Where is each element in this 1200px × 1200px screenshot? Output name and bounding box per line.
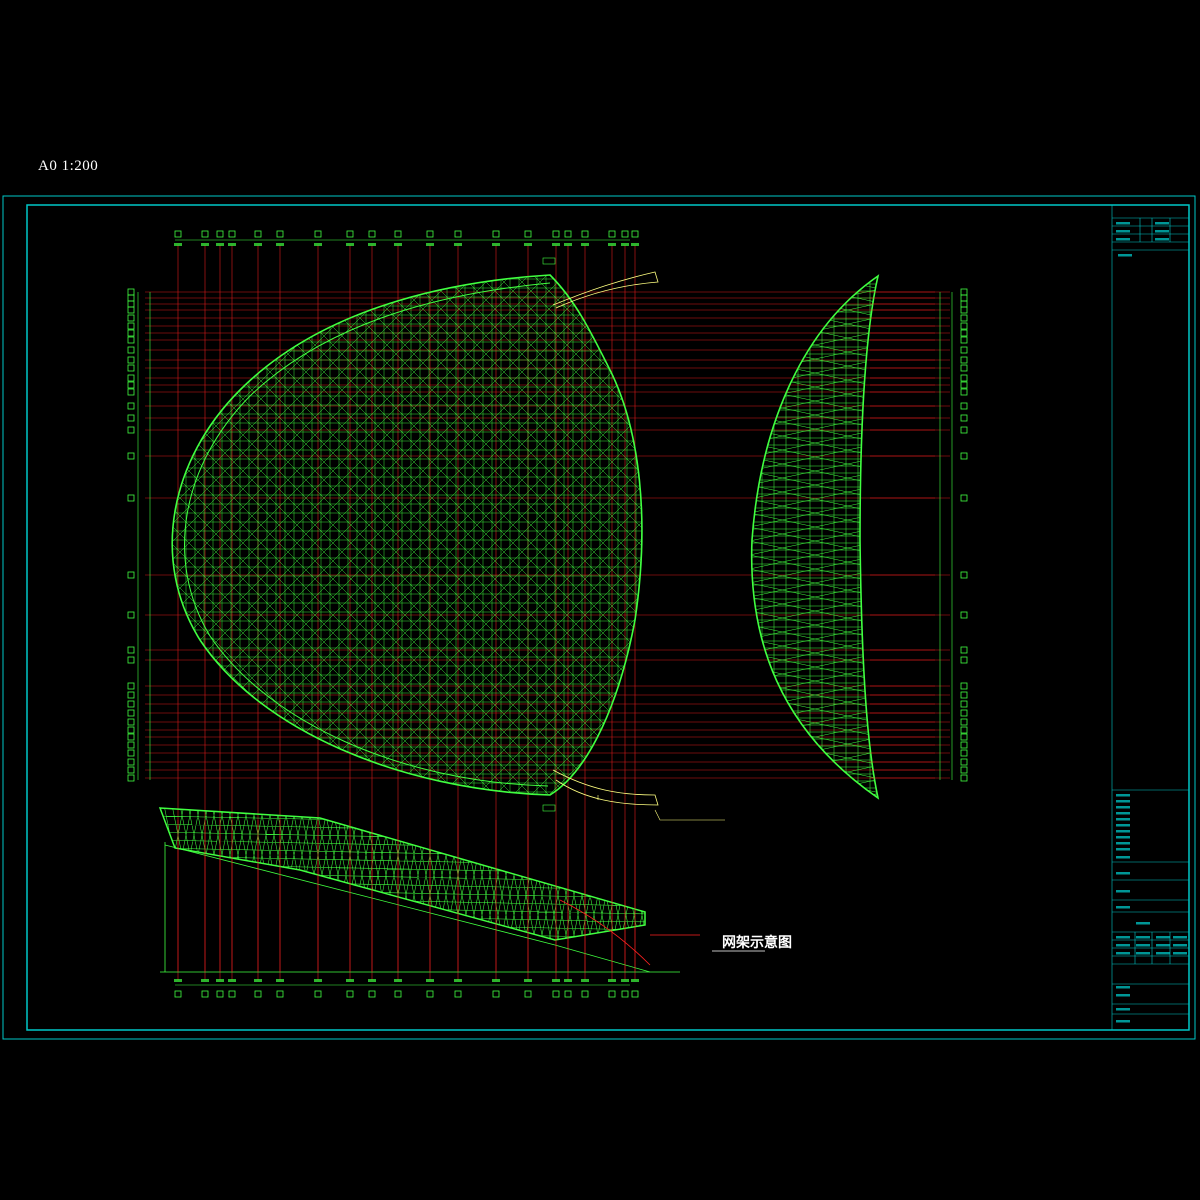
drawing-annotations [542,257,765,966]
section-view-space-truss [158,807,680,973]
title-block-fill [1116,222,1187,1023]
drawing-caption: 网架示意图 [722,935,792,951]
outer-sheet-border [2,195,1196,1040]
plan-grid-lines [127,230,968,998]
cad-drawing-sheet [2,195,1196,1040]
side-elevation-space-truss [750,274,935,800]
plan-view-space-truss [171,274,643,796]
